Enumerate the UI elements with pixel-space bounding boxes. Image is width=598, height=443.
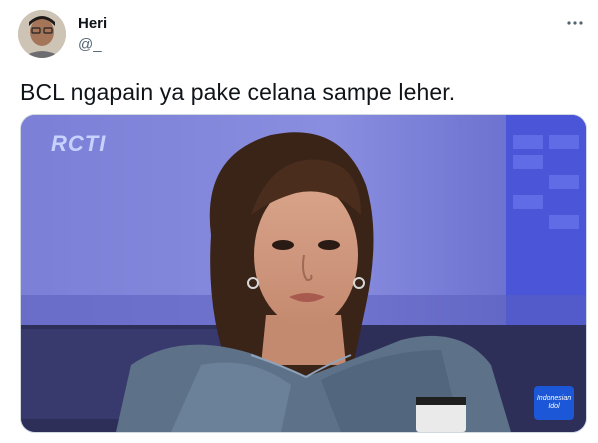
channel-logo: RCTI — [51, 131, 107, 156]
author-name[interactable]: Heri — [78, 15, 107, 32]
show-logo-badge: Indonesian Idol — [534, 386, 574, 420]
tweet-media-image[interactable]: RCTI Indonesian Idol — [20, 114, 587, 433]
media-photo — [21, 115, 586, 432]
more-options-button[interactable] — [564, 12, 586, 34]
more-dots-icon — [567, 21, 583, 25]
tweet: Heri @_ BCL ngapain ya pake celana sampe… — [0, 0, 598, 443]
tweet-text: BCL ngapain ya pake celana sampe leher. — [20, 79, 456, 105]
avatar[interactable] — [18, 10, 66, 58]
avatar-image — [18, 10, 66, 58]
author-handle[interactable]: @_ — [78, 36, 102, 53]
